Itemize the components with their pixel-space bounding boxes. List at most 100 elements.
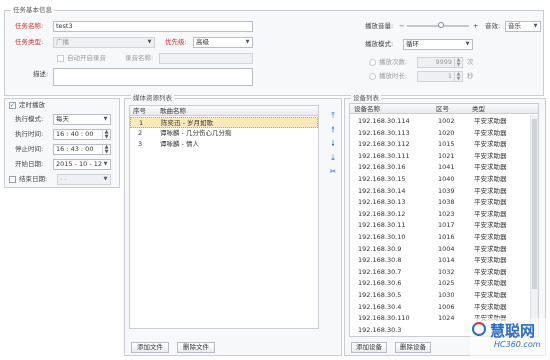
- device-row-name: 192.168.30.16: [358, 163, 406, 172]
- move-up-icon[interactable]: 🠕: [328, 125, 338, 135]
- device-row[interactable]: 192.168.30.16 1041 平安求助器: [350, 162, 538, 173]
- sound-select[interactable]: 音乐 ▼: [505, 21, 541, 32]
- priority-value: 高级: [196, 38, 209, 46]
- auto-record-label: 自动开启录音: [67, 54, 106, 62]
- device-row[interactable]: 192.168.30.4 1006 平安求助器: [350, 302, 538, 313]
- watermark-icon: [472, 322, 486, 336]
- device-row-name: 192.168.30.6: [358, 279, 402, 288]
- media-row[interactable]: 1 陈奕迅 - 岁月如歌: [130, 117, 318, 128]
- task-info-title: 任务基本信息: [11, 6, 54, 15]
- chevron-down-icon: ▼: [465, 41, 470, 47]
- play-count-value: 9999: [435, 58, 452, 66]
- device-row-type: 平安求助器: [474, 244, 507, 253]
- device-row-name: 192.168.30.12: [358, 209, 406, 218]
- device-row-zone: 1002: [438, 117, 455, 125]
- device-row[interactable]: 192.168.30.6 1025 平安求助器: [350, 278, 538, 289]
- device-row-type: 平安求助器: [474, 117, 507, 125]
- exec-time-input[interactable]: 16 : 40 : 00 ▲ ▼: [53, 129, 111, 140]
- device-row-name: 192.168.30.9: [358, 244, 402, 253]
- device-row-type: 平安求助器: [474, 267, 507, 276]
- priority-select[interactable]: 高级 ▼: [193, 37, 253, 48]
- exec-mode-select[interactable]: 每天 ▼: [53, 114, 111, 125]
- device-row-zone: 1014: [438, 256, 455, 265]
- device-row-name: 192.168.30.4: [358, 302, 402, 311]
- delete-file-button[interactable]: 删除文件: [177, 342, 215, 353]
- move-bottom-icon[interactable]: ⤓: [328, 153, 338, 163]
- add-file-button[interactable]: 添加文件: [131, 342, 169, 353]
- volume-slider-knob[interactable]: [438, 22, 445, 28]
- device-col-name[interactable]: 设备名称: [354, 104, 380, 114]
- task-type-select[interactable]: 广播 ▼: [53, 37, 155, 48]
- device-row[interactable]: 192.168.30.14 1039 平安求助器: [350, 186, 538, 197]
- device-row[interactable]: 192.168.30.7 1032 平安求助器: [350, 267, 538, 278]
- timer-checkbox[interactable]: ✓: [9, 102, 16, 109]
- auto-record-checkbox[interactable]: [57, 55, 64, 62]
- play-mode-label: 播放模式:: [365, 40, 394, 48]
- device-row[interactable]: 192.168.30.8 1014 平安求助器: [350, 255, 538, 266]
- device-row-type: 平安求助器: [474, 209, 507, 218]
- device-row[interactable]: 192.168.30.114 1002 平安求助器: [350, 116, 538, 127]
- device-row-type: 平安求助器: [474, 291, 507, 299]
- media-col-name[interactable]: 歌曲名称: [160, 106, 186, 116]
- play-time-input[interactable]: 1 ▲ ▼: [417, 71, 463, 82]
- device-row[interactable]: 192.168.30.5 1030 平安求助器: [350, 290, 538, 301]
- move-down-icon[interactable]: 🠗: [328, 139, 338, 149]
- volume-up-icon[interactable]: +: [473, 21, 478, 31]
- media-title: 媒体资源列表: [131, 94, 174, 103]
- delete-device-button[interactable]: 删除设备: [395, 342, 431, 353]
- device-row-zone: 1015: [438, 140, 455, 149]
- media-row[interactable]: 3 谭咏麟 - 情人: [130, 139, 318, 150]
- media-table: 序号 歌曲名称 1 陈奕迅 - 岁月如歌 2 谭咏麟 - 几分伤心几分痴 3 谭咏麟 - …: [129, 105, 319, 329]
- spinner-icon[interactable]: ▲ ▼: [454, 72, 462, 81]
- exec-time-label: 执行时间:: [15, 130, 44, 138]
- play-count-input[interactable]: 9999 ▲ ▼: [417, 57, 463, 68]
- media-row[interactable]: 2 谭咏麟 - 几分伤心几分痴: [130, 128, 318, 139]
- device-row-zone: 1020: [438, 128, 455, 137]
- play-mode-select[interactable]: 循环 ▼: [403, 39, 473, 50]
- play-mode-value: 循环: [406, 40, 419, 48]
- description-label: 描述:: [33, 70, 49, 78]
- device-scrollbar[interactable]: [530, 115, 538, 336]
- chevron-down-icon[interactable]: ▼: [102, 161, 109, 168]
- stop-time-input[interactable]: 16 : 43 : 00 ▲ ▼: [53, 144, 111, 155]
- device-row-name: 192.168.30.8: [358, 256, 402, 265]
- device-row[interactable]: 192.168.30.112 1015 平安求助器: [350, 139, 538, 150]
- task-name-input[interactable]: test3: [53, 21, 253, 32]
- spinner-icon[interactable]: ▲ ▼: [102, 145, 110, 154]
- play-count-unit: 次: [467, 58, 474, 66]
- spinner-icon[interactable]: ▲ ▼: [454, 58, 462, 67]
- device-table-header: 设备名称 区号 类型: [350, 104, 538, 114]
- end-date-input[interactable]: - - ▼: [57, 174, 111, 185]
- play-count-radio[interactable]: [369, 59, 376, 66]
- end-date-checkbox[interactable]: [9, 176, 16, 183]
- stop-time-label: 停止时间:: [15, 145, 44, 153]
- device-row[interactable]: 192.168.30.113 1020 平安求助器: [350, 128, 538, 139]
- play-time-radio[interactable]: [369, 73, 376, 80]
- play-time-label: 播放时长:: [379, 72, 408, 80]
- chevron-down-icon: ▼: [147, 39, 152, 45]
- add-device-button[interactable]: 添加设备: [351, 342, 387, 353]
- device-row[interactable]: 192.168.30.11 1017 平安求助器: [350, 220, 538, 231]
- move-top-icon[interactable]: ⤒: [328, 111, 338, 121]
- media-row-index: 3: [138, 140, 143, 148]
- device-row-type: 平安求助器: [474, 163, 507, 172]
- start-date-input[interactable]: 2015 - 10 - 12 ▼: [53, 159, 111, 170]
- volume-down-icon[interactable]: −: [399, 21, 404, 31]
- spinner-icon[interactable]: ▲ ▼: [102, 130, 110, 139]
- device-row[interactable]: 192.168.30.15 1040 平安求助器: [350, 174, 538, 185]
- device-row[interactable]: 192.168.30.9 1004 平安求助器: [350, 244, 538, 255]
- device-scrollbar-thumb[interactable]: [532, 119, 537, 289]
- delete-cross-icon[interactable]: ✂: [328, 167, 338, 177]
- device-row[interactable]: 192.168.30.13 1038 平安求助器: [350, 197, 538, 208]
- device-row[interactable]: 192.168.30.111 1021 平安求助器: [350, 151, 538, 162]
- device-col-zone[interactable]: 区号: [436, 104, 449, 114]
- chevron-down-icon[interactable]: ▼: [102, 176, 109, 183]
- play-time-unit: 秒: [467, 72, 474, 80]
- device-row[interactable]: 192.168.30.12 1023 平安求助器: [350, 209, 538, 220]
- description-input[interactable]: [53, 68, 253, 86]
- record-name-input[interactable]: [159, 53, 253, 64]
- end-date-label: 结束日期:: [19, 175, 48, 183]
- media-col-index[interactable]: 序号: [133, 106, 146, 116]
- device-row[interactable]: 192.168.30.10 1016 平安求助器: [350, 232, 538, 243]
- device-col-type[interactable]: 类型: [472, 104, 485, 114]
